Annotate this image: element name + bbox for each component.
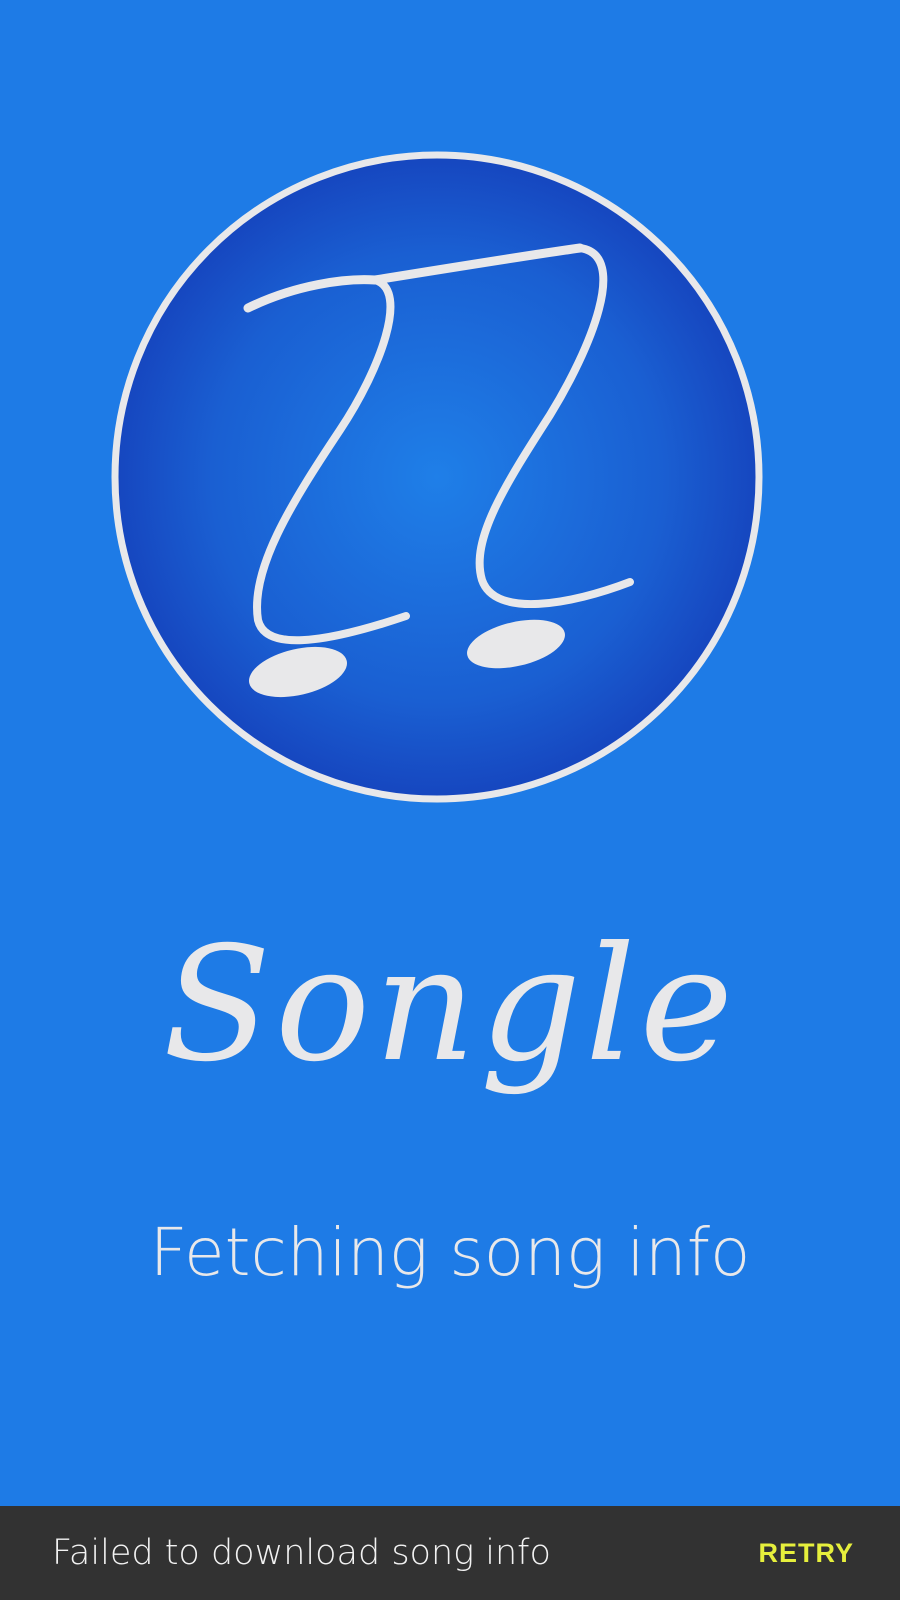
music-notes-icon xyxy=(111,151,763,803)
app-title: Songle xyxy=(162,913,738,1097)
splash-screen: Songle Fetching song info xyxy=(0,0,900,1600)
loading-status-text: Fetching song info xyxy=(149,1214,751,1291)
retry-button[interactable]: RETRY xyxy=(758,1506,854,1600)
snackbar-message: Failed to download song info xyxy=(52,1533,551,1573)
app-logo xyxy=(110,150,764,804)
error-snackbar: Failed to download song info RETRY xyxy=(0,1506,900,1600)
